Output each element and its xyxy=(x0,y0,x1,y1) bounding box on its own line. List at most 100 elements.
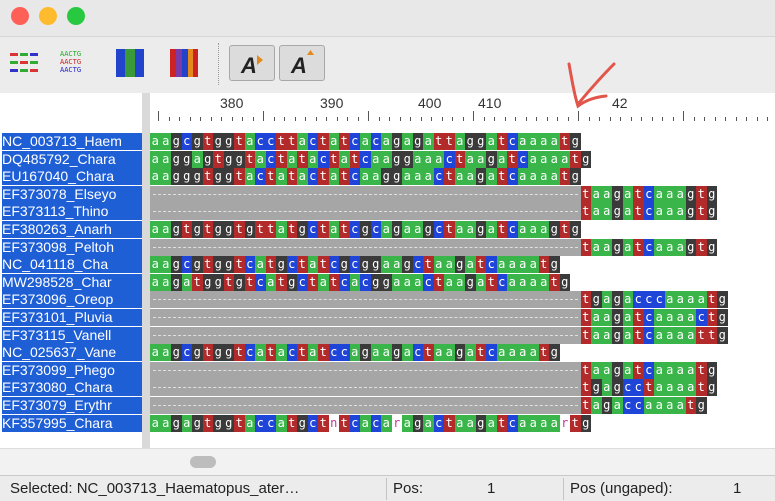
sequence-name[interactable]: EF373078_Elseyo xyxy=(2,185,142,203)
nucleotide-a: a xyxy=(654,397,665,414)
sequence-name[interactable]: NC_041118_Cha xyxy=(2,256,142,274)
sequence-row[interactable]: aagcgtggtcatactatccagaagactaagatcaaaatg xyxy=(150,344,775,362)
nucleotide-a: a xyxy=(654,185,665,203)
nucleotide-g: g xyxy=(223,150,234,168)
nucleotide-a: a xyxy=(370,168,381,186)
sequence-name[interactable]: EF373099_Phego xyxy=(2,361,142,379)
close-window-button[interactable] xyxy=(11,7,29,25)
color-blocks-blue-button[interactable] xyxy=(114,47,146,79)
nucleotide-t: t xyxy=(328,150,339,168)
nucleotide-g: g xyxy=(706,185,717,203)
nucleotide-a: a xyxy=(423,133,434,150)
sequence-row[interactable]: aagagtggtaccatgctntcacaragactaagatcaaaar… xyxy=(150,414,775,432)
sequence-name[interactable]: EF373098_Peltoh xyxy=(2,238,142,256)
nucleotide-g: g xyxy=(171,344,182,362)
zoom-window-button[interactable] xyxy=(67,7,85,25)
nucleotide-t: t xyxy=(580,203,591,221)
sequence-row[interactable]: aaggagtggtactatactatcaaggaaactaagatcaaaa… xyxy=(150,150,775,168)
color-by-consensus-button[interactable]: AACTG AACTG AACTG xyxy=(58,47,90,79)
nucleotide-t: t xyxy=(685,397,696,414)
toolbar-separator xyxy=(218,43,219,85)
sequence-name[interactable]: EU167040_Chara xyxy=(2,168,142,186)
nucleotide-c: c xyxy=(360,150,371,168)
alignment-view[interactable]: aagcgtggtaccttactatcacagagattaggatcaaaat… xyxy=(150,131,775,448)
sequence-name[interactable]: EF373101_Pluvia xyxy=(2,309,142,326)
horizontal-scrollbar[interactable] xyxy=(150,448,775,475)
nucleotide-a: a xyxy=(591,361,602,379)
gap-region xyxy=(150,291,581,309)
nucleotide-c: c xyxy=(339,344,350,362)
sequence-name[interactable]: EF373079_Erythr xyxy=(2,397,142,414)
sequence-name[interactable]: NC_003713_Haem xyxy=(2,133,142,150)
color-nucleotides-button[interactable] xyxy=(8,47,40,79)
nucleotide-a: a xyxy=(160,273,171,291)
nucleotide-a: a xyxy=(664,309,675,326)
nucleotide-a: a xyxy=(507,273,518,291)
nucleotide-c: c xyxy=(370,414,381,432)
nucleotide-g: g xyxy=(706,203,717,221)
ruler-tick xyxy=(767,117,768,121)
sequence-row[interactable]: taagatcaaagtg xyxy=(150,238,775,256)
nucleotide-g: g xyxy=(391,133,402,150)
sequence-row[interactable]: taagatcaaagtg xyxy=(150,203,775,221)
sequence-name[interactable]: NC_025637_Vane xyxy=(2,344,142,362)
sequence-name[interactable]: KF357995_Chara xyxy=(2,414,142,432)
sequence-row[interactable]: taagatcaaaattg xyxy=(150,326,775,344)
nucleotide-a: a xyxy=(486,168,497,186)
sequence-row[interactable]: aagtgtggtgttatgctatcgcagaagctaagatcaaagt… xyxy=(150,221,775,238)
nucleotide-t: t xyxy=(496,133,507,150)
nucleotide-t: t xyxy=(202,256,213,274)
nucleotide-g: g xyxy=(213,414,224,432)
sequence-row[interactable]: taagatcaaagtg xyxy=(150,185,775,203)
nucleotide-a: a xyxy=(507,256,518,274)
nucleotide-t: t xyxy=(580,185,591,203)
nucleotide-g: g xyxy=(696,397,707,414)
sequence-name[interactable]: DQ485792_Chara xyxy=(2,150,142,168)
nucleotide-a: a xyxy=(622,203,633,221)
nucleotide-c: c xyxy=(328,256,339,274)
nucleotide-a: a xyxy=(328,221,339,238)
nucleotide-a: a xyxy=(528,414,539,432)
sequence-name[interactable]: EF373096_Oreop xyxy=(2,291,142,309)
nucleotide-g: g xyxy=(570,221,581,238)
gap-dashes xyxy=(153,317,578,319)
nucleotide-c: c xyxy=(643,238,654,256)
sequence-row[interactable]: aagcgtggtcatgctatcgcggaagctaagatcaaaatg xyxy=(150,256,775,274)
ruler-label: 42 xyxy=(612,95,628,111)
ruler-tick xyxy=(242,117,243,121)
nucleotide-c: c xyxy=(297,273,308,291)
sequence-name[interactable]: EF380263_Anarh xyxy=(2,221,142,238)
sequence-row[interactable]: taagatcaaaatg xyxy=(150,361,775,379)
nucleotide-a: a xyxy=(685,309,696,326)
sequence-row[interactable]: tagaccaaaatg xyxy=(150,397,775,414)
font-smaller-button[interactable]: A xyxy=(229,45,275,81)
color-blocks-multi-button[interactable] xyxy=(168,47,200,79)
panel-divider[interactable] xyxy=(142,93,150,448)
nucleotide-t: t xyxy=(570,414,581,432)
sequence-name[interactable]: EF373115_Vanell xyxy=(2,326,142,344)
sequence-name[interactable]: EF373113_Thino xyxy=(2,203,142,221)
sequence-row[interactable]: aagggtggtactatactatcaaggaaactaagatcaaaat… xyxy=(150,168,775,186)
nucleotide-c: c xyxy=(307,221,318,238)
font-larger-button[interactable]: A xyxy=(279,45,325,81)
nucleotide-t: t xyxy=(423,256,434,274)
minimize-window-button[interactable] xyxy=(39,7,57,25)
sequence-row[interactable]: aagcgtggtaccttactatcacagagattaggatcaaaat… xyxy=(150,133,775,150)
sequence-row[interactable]: tgagcctaaaatg xyxy=(150,379,775,397)
nucleotide-a: a xyxy=(538,133,549,150)
nucleotide-a: a xyxy=(664,203,675,221)
nucleotide-g: g xyxy=(202,273,213,291)
nucleotide-g: g xyxy=(612,361,623,379)
sequence-row[interactable]: aagatggtgtcatgctatcacggaaactaagatcaaaatg xyxy=(150,273,775,291)
sequence-name[interactable]: EF373080_Chara xyxy=(2,379,142,397)
sequence-row[interactable]: taagatcaaaactg xyxy=(150,309,775,326)
sequence-name[interactable]: MW298528_Char xyxy=(2,273,142,291)
nucleotide-a: a xyxy=(307,344,318,362)
nucleotide-a: a xyxy=(664,397,675,414)
nucleotide-c: c xyxy=(633,291,644,309)
nucleotide-t: t xyxy=(444,133,455,150)
nucleotide-a: a xyxy=(307,150,318,168)
nucleotide-g: g xyxy=(475,414,486,432)
sequence-row[interactable]: tgagacccaaaatg xyxy=(150,291,775,309)
horizontal-scrollbar-thumb[interactable] xyxy=(190,456,216,468)
